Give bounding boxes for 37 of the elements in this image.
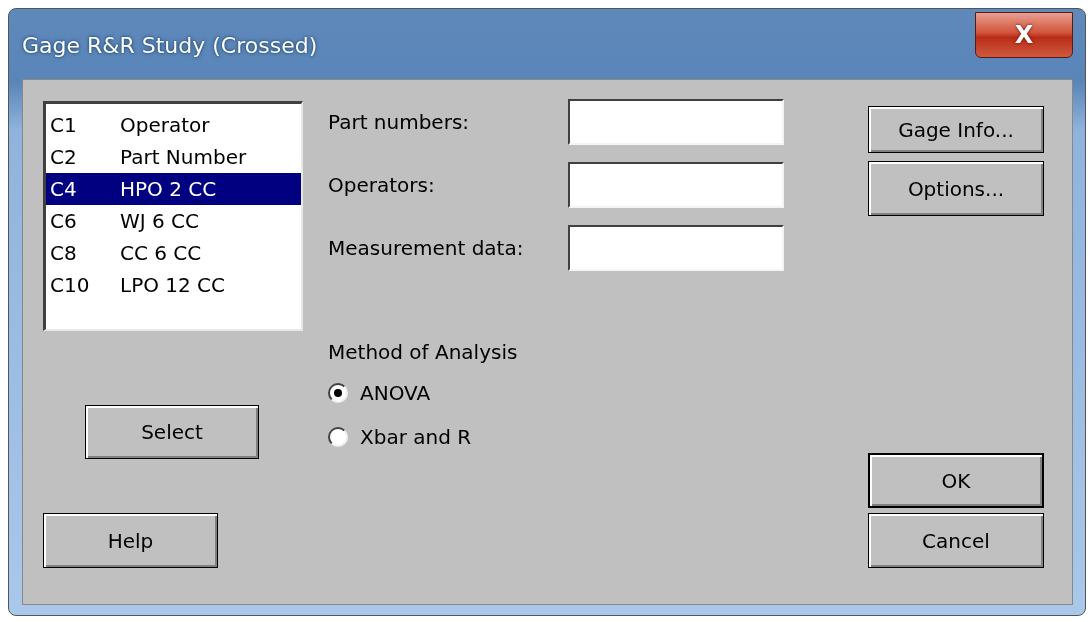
field-label: Part numbers: <box>328 110 470 134</box>
column-id: C2 <box>50 145 78 169</box>
input-field[interactable] <box>568 225 784 271</box>
dialog-button[interactable]: OK <box>868 453 1044 508</box>
list-item[interactable]: C2 Part Number <box>46 141 301 173</box>
column-name: Operator <box>120 113 210 137</box>
column-name: HPO 2 CC <box>120 177 217 201</box>
list-item[interactable]: C10 LPO 12 CC <box>46 269 301 301</box>
side-button[interactable]: Options... <box>868 161 1044 216</box>
window-title: Gage R&R Study (Crossed) <box>22 33 318 58</box>
input-field[interactable] <box>568 99 784 145</box>
dialog-button[interactable]: Cancel <box>868 513 1044 568</box>
column-name: Part Number <box>120 145 247 169</box>
column-id: C1 <box>50 113 78 137</box>
column-id: C10 <box>50 273 91 297</box>
list-item[interactable]: C4 HPO 2 CC <box>46 173 301 205</box>
list-item[interactable]: C8 CC 6 CC <box>46 237 301 269</box>
input-field[interactable] <box>568 162 784 208</box>
side-button[interactable]: Gage Info... <box>868 106 1044 153</box>
radio-button[interactable] <box>328 427 348 447</box>
column-id: C6 <box>50 209 78 233</box>
column-id: C4 <box>50 177 78 201</box>
column-name: WJ 6 CC <box>120 209 200 233</box>
column-id: C8 <box>50 241 78 265</box>
column-name: LPO 12 CC <box>120 273 226 297</box>
column-name: CC 6 CC <box>120 241 202 265</box>
select-button[interactable]: Select <box>85 405 259 459</box>
group-label: Method of Analysis <box>328 340 519 364</box>
radio-label: Xbar and R <box>360 425 472 449</box>
field-label: Operators: <box>328 173 435 197</box>
close-button[interactable]: X <box>975 12 1073 58</box>
radio-label: ANOVA <box>360 381 431 405</box>
help-button[interactable]: Help <box>43 513 218 568</box>
list-item[interactable]: C1 Operator <box>46 109 301 141</box>
list-item[interactable]: C6 WJ 6 CC <box>46 205 301 237</box>
field-label: Measurement data: <box>328 236 524 260</box>
radio-button[interactable] <box>328 383 348 403</box>
